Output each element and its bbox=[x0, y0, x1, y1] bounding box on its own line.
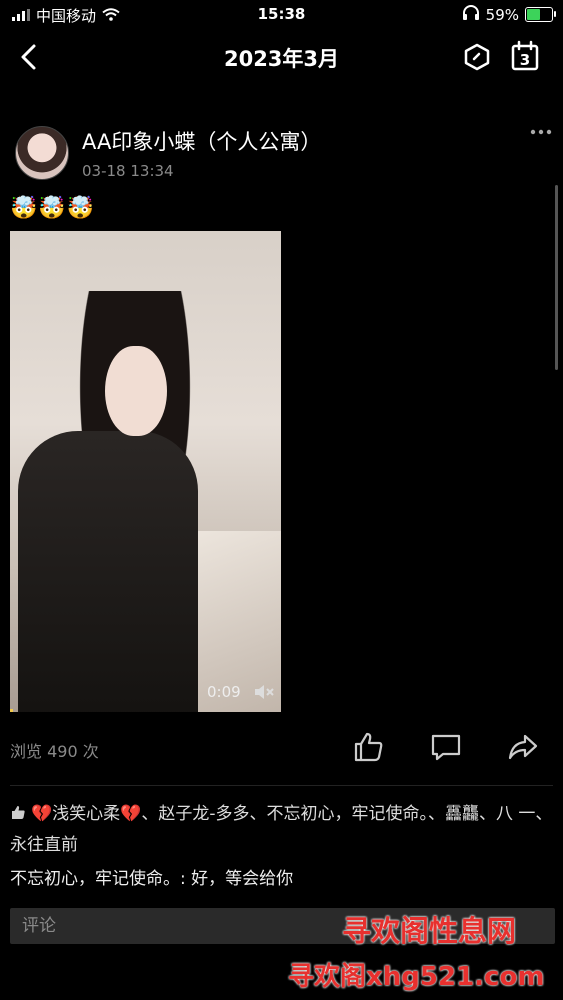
mute-button[interactable] bbox=[253, 683, 275, 701]
divider bbox=[10, 785, 553, 786]
share-arrow-icon bbox=[508, 734, 538, 760]
calendar-day: 3 bbox=[519, 51, 531, 69]
likes-names[interactable]: 💔浅笑心柔💔、赵子龙-多多、不忘初心，牢记使命。、靐龘、八 一、永往直前 bbox=[10, 804, 552, 855]
battery-icon bbox=[525, 7, 556, 22]
avatar[interactable] bbox=[15, 126, 69, 180]
calendar-button[interactable]: 3 bbox=[510, 40, 540, 72]
status-right: 59% bbox=[462, 5, 556, 24]
video-player[interactable]: 0:09 bbox=[10, 231, 281, 712]
headphones-icon bbox=[462, 5, 480, 24]
scrollbar[interactable] bbox=[555, 185, 558, 370]
post-text: 🤯🤯🤯 bbox=[10, 196, 96, 221]
thumbs-up-icon bbox=[354, 732, 383, 762]
comment-bubble-icon bbox=[431, 734, 461, 761]
battery-percent: 59% bbox=[485, 5, 519, 24]
video-frame-face bbox=[105, 346, 167, 436]
thumbs-up-small-icon bbox=[10, 802, 27, 831]
more-dots-icon bbox=[530, 129, 552, 135]
watermark-text: 寻欢阁性息网 bbox=[342, 914, 517, 948]
video-progress-bar[interactable] bbox=[10, 709, 13, 712]
hexagon-button[interactable] bbox=[462, 42, 492, 72]
comment-item[interactable]: 不忘初心，牢记使命。: 好，等会给你 bbox=[10, 864, 293, 889]
speaker-muted-icon bbox=[255, 685, 274, 699]
comment-button[interactable] bbox=[429, 730, 463, 764]
nav-bar: 2023年3月 3 bbox=[0, 30, 563, 86]
author-name[interactable]: AA印象小蝶（个人公寓） bbox=[82, 126, 321, 156]
battery-fill bbox=[527, 9, 540, 20]
view-count: 浏览 490 次 bbox=[10, 742, 99, 761]
like-button[interactable] bbox=[352, 730, 386, 764]
likes-list: 💔浅笑心柔💔、赵子龙-多多、不忘初心，牢记使命。、靐龘、八 一、永往直前 bbox=[10, 800, 555, 860]
status-bar: 中国移动 15:38 59% bbox=[0, 0, 563, 30]
video-frame-coat bbox=[18, 431, 198, 712]
share-button[interactable] bbox=[506, 730, 540, 764]
video-duration: 0:09 bbox=[207, 683, 241, 701]
watermark-url: 寻欢阁xhg521.com bbox=[288, 962, 545, 992]
post-date: 03-18 13:34 bbox=[82, 162, 174, 180]
hexagon-icon bbox=[464, 43, 490, 71]
more-button[interactable] bbox=[528, 122, 554, 142]
